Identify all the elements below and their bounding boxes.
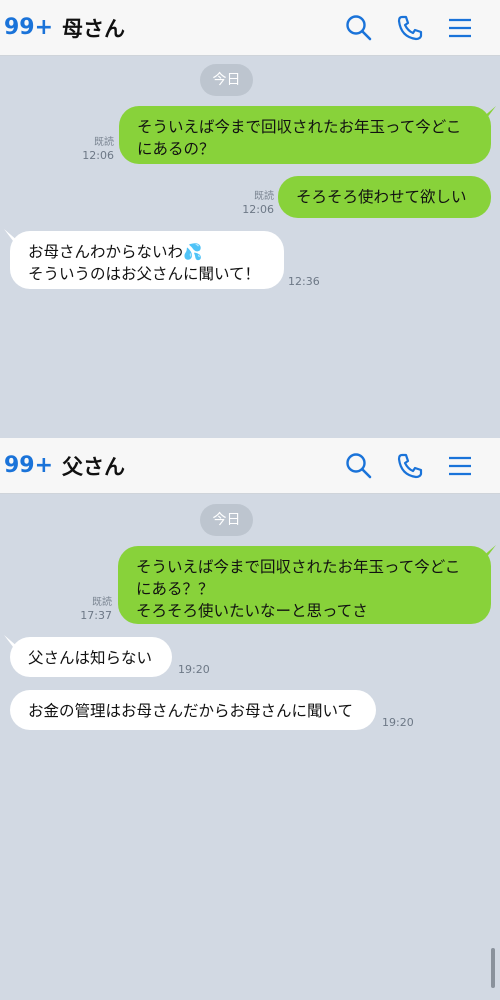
date-separator: 今日	[200, 504, 253, 536]
message-bubble-received[interactable]: お母さんわからないわ💦 そういうのはお父さんに聞いて！	[10, 231, 284, 289]
unread-badge[interactable]: 99+	[4, 453, 53, 478]
read-receipt: 既読	[92, 597, 112, 608]
menu-icon[interactable]	[445, 13, 475, 43]
menu-icon[interactable]	[445, 451, 475, 481]
message-bubble-sent[interactable]: そろそろ使わせて欲しい	[278, 176, 491, 218]
timestamp: 12:06	[242, 203, 274, 216]
phone-icon[interactable]	[395, 451, 425, 481]
chat-panel-father: 99+ 父さん 今日 そういえば今まで回収されたお年玉って今どこ にある？？ そ…	[0, 438, 500, 1000]
chat-header: 99+ 母さん	[0, 0, 500, 56]
message-meta: 既読 12:06	[234, 190, 274, 216]
search-icon[interactable]	[344, 13, 374, 43]
date-separator: 今日	[200, 64, 253, 96]
scrollbar[interactable]	[491, 948, 495, 988]
message-meta: 既読 17:37	[72, 596, 112, 622]
chat-title: 父さん	[62, 454, 125, 479]
message-bubble-received[interactable]: 父さんは知らない	[10, 637, 172, 677]
unread-badge[interactable]: 99+	[4, 15, 53, 40]
chat-header: 99+ 父さん	[0, 438, 500, 494]
search-icon[interactable]	[344, 451, 374, 481]
timestamp: 19:20	[178, 663, 210, 676]
read-receipt: 既読	[94, 137, 114, 148]
message-bubble-received[interactable]: お金の管理はお母さんだからお母さんに聞いて	[10, 690, 376, 730]
message-bubble-sent[interactable]: そういえば今まで回収されたお年玉って今どこ にあるの？	[119, 106, 491, 164]
timestamp: 19:20	[382, 716, 414, 729]
chat-panel-mother: 99+ 母さん 今日 そういえば今まで回収されたお年玉って今どこ にあるの？ 既…	[0, 0, 500, 438]
chat-title: 母さん	[62, 16, 125, 41]
message-meta: 既読 12:06	[74, 136, 114, 162]
phone-icon[interactable]	[395, 13, 425, 43]
timestamp: 12:06	[82, 149, 114, 162]
read-receipt: 既読	[254, 191, 274, 202]
timestamp: 12:36	[288, 275, 320, 288]
message-bubble-sent[interactable]: そういえば今まで回収されたお年玉って今どこ にある？？ そろそろ使いたいなーと思…	[118, 546, 491, 624]
timestamp: 17:37	[80, 609, 112, 622]
